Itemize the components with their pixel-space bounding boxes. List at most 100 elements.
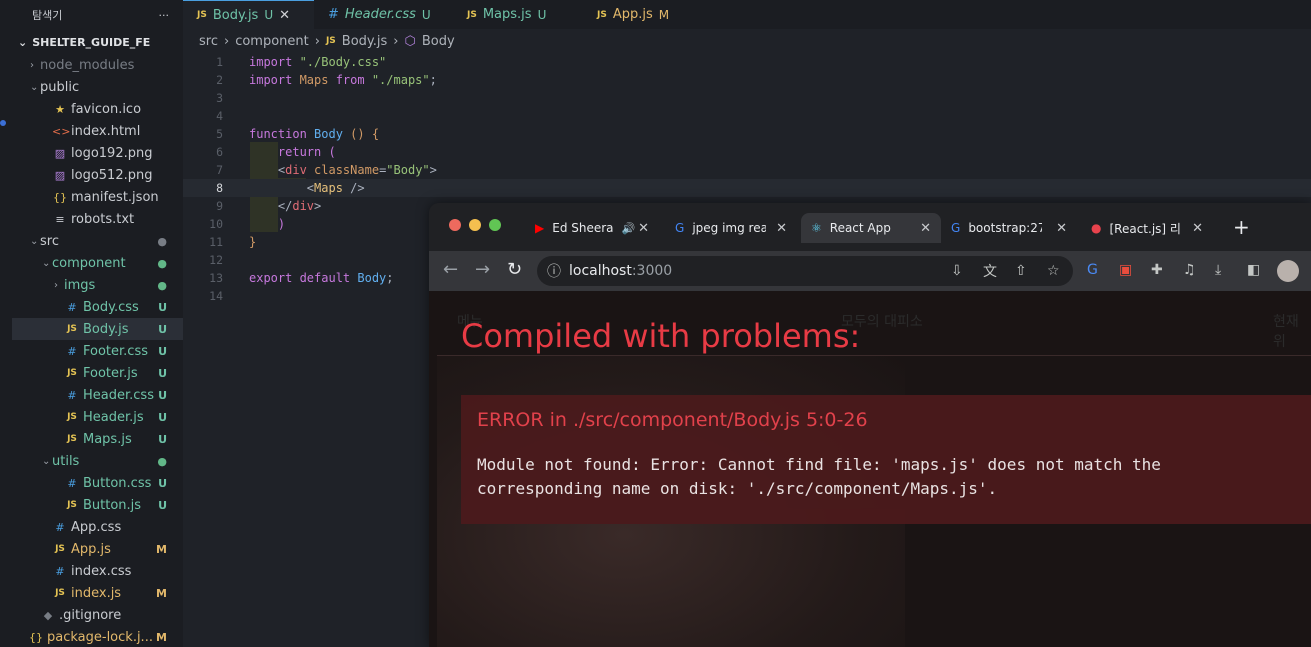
close-window-button[interactable]	[449, 219, 461, 231]
back-arrow-icon[interactable]: ←	[443, 259, 458, 280]
code-line[interactable]: 8 <Maps />	[183, 179, 1311, 197]
line-number: 9	[216, 199, 223, 213]
tree-item[interactable]: ◆ .gitignore	[12, 604, 183, 626]
breadcrumb-file[interactable]: Body.js	[342, 34, 387, 49]
code-line[interactable]: 6 return (	[183, 143, 1311, 161]
share-icon[interactable]: ⇧	[1015, 263, 1027, 279]
tree-item-label: index.js	[71, 585, 122, 601]
close-icon[interactable]: ✕	[776, 221, 787, 236]
install-icon[interactable]: ⇩	[951, 263, 963, 279]
git-status-badge: U	[158, 300, 167, 314]
code-token: ;	[386, 271, 394, 285]
profile-avatar[interactable]	[1277, 260, 1299, 282]
forward-arrow-icon[interactable]: →	[475, 259, 490, 280]
site-info-icon[interactable]: ⓘ	[547, 261, 561, 281]
tree-item[interactable]: JS App.js M	[12, 538, 183, 560]
chevron-right-icon: ›	[30, 59, 34, 71]
tree-item[interactable]: ▨ logo512.png	[12, 164, 183, 186]
browser-tab[interactable]: Gbootstrap:27 ✕	[941, 213, 1077, 243]
line-number: 11	[209, 235, 223, 249]
editor-tab[interactable]: JS App.js M	[583, 0, 679, 29]
maximize-window-button[interactable]	[489, 219, 501, 231]
tree-item[interactable]: <> index.html	[12, 120, 183, 142]
tree-item[interactable]: ▨ logo192.png	[12, 142, 183, 164]
code-token: function	[249, 127, 315, 141]
git-status-badge: M	[156, 586, 167, 600]
minimize-window-button[interactable]	[469, 219, 481, 231]
code-line[interactable]: 4	[183, 107, 1311, 125]
breadcrumb-component[interactable]: component	[235, 34, 309, 49]
browser-tab[interactable]: ⚛ React App ✕	[801, 213, 941, 243]
tree-item[interactable]: # Footer.css U	[12, 340, 183, 362]
translate-icon[interactable]: 文	[983, 261, 997, 281]
close-icon[interactable]: ✕	[279, 8, 290, 23]
line-content: function Body () {	[223, 127, 379, 141]
close-icon[interactable]: ✕	[638, 221, 649, 236]
media-queue-icon[interactable]: ♫	[1183, 262, 1196, 278]
code-line[interactable]: 2 import Maps from "./maps";	[183, 71, 1311, 89]
editor-tab[interactable]: JS Body.js U ✕	[183, 0, 314, 29]
tree-item-label: .gitignore	[59, 607, 122, 623]
browser-tab[interactable]: ▶ Ed Sheera 🔊 ✕	[525, 213, 659, 243]
git-status-badge: U	[158, 388, 167, 402]
code-token: Maps	[299, 73, 336, 87]
code-line[interactable]: 1 import "./Body.css"	[183, 53, 1311, 71]
audio-playing-icon[interactable]: 🔊	[622, 222, 636, 235]
editor-tab[interactable]: JS Maps.js U	[453, 0, 583, 29]
tree-item[interactable]: ★ favicon.ico	[12, 98, 183, 120]
tree-item[interactable]: ⌄ public	[12, 76, 183, 98]
side-panel-icon[interactable]: ◧	[1247, 262, 1260, 278]
editor-tab-label: Maps.js	[482, 7, 532, 22]
chevron-right-icon: ›	[54, 279, 58, 291]
code-line[interactable]: 7 <div className="Body">	[183, 161, 1311, 179]
close-icon[interactable]: ✕	[1192, 221, 1203, 236]
extensions-puzzle-icon[interactable]: ✚	[1151, 262, 1163, 278]
browser-tab[interactable]: Gjpeg img reac ✕	[665, 213, 797, 243]
tree-item[interactable]: › imgs ●	[12, 274, 183, 296]
tree-item[interactable]: JS Maps.js U	[12, 428, 183, 450]
tree-item[interactable]: ⌄ component ●	[12, 252, 183, 274]
tree-item[interactable]: JS Header.js U	[12, 406, 183, 428]
tree-item[interactable]: JS Footer.js U	[12, 362, 183, 384]
google-translate-ext-icon[interactable]: G	[1087, 262, 1098, 278]
line-content: }	[223, 235, 256, 249]
editor-tab[interactable]: # Header.css U	[314, 0, 453, 29]
address-bar[interactable]: ⓘ localhost:3000 ⇩ 文 ⇧ ☆	[537, 256, 1073, 286]
tree-item[interactable]: {} manifest.json	[12, 186, 183, 208]
close-icon[interactable]: ✕	[1056, 221, 1067, 236]
chevron-down-icon: ⌄	[42, 257, 51, 269]
tree-item[interactable]: JS Button.js U	[12, 494, 183, 516]
tree-item[interactable]: JS index.js M	[12, 582, 183, 604]
tree-item[interactable]: ≡ robots.txt	[12, 208, 183, 230]
tree-item[interactable]: JS Body.js U	[12, 318, 183, 340]
new-tab-button[interactable]: +	[1233, 215, 1250, 239]
bookmark-star-icon[interactable]: ☆	[1047, 263, 1060, 279]
reload-icon[interactable]: ↻	[507, 259, 522, 280]
tree-item[interactable]: # index.css	[12, 560, 183, 582]
tree-item[interactable]: ⌄ src ●	[12, 230, 183, 252]
file-type-icon: ≡	[55, 212, 65, 226]
line-number: 7	[216, 163, 223, 177]
tree-item[interactable]: ⌄ utils ●	[12, 450, 183, 472]
close-icon[interactable]: ✕	[920, 221, 931, 236]
breadcrumb-src[interactable]: src	[199, 34, 218, 49]
page-nav-right[interactable]: 현재 위	[1273, 311, 1311, 351]
tree-item[interactable]: › node_modules	[12, 54, 183, 76]
tree-item[interactable]: # Header.css U	[12, 384, 183, 406]
tree-item[interactable]: # Body.css U	[12, 296, 183, 318]
code-token: return	[249, 145, 329, 159]
chevron-right-icon: ›	[223, 33, 230, 49]
project-root[interactable]: ⌄ SHELTER_GUIDE_FE	[12, 30, 183, 54]
code-line[interactable]: 3	[183, 89, 1311, 107]
code-line[interactable]: 5 function Body () {	[183, 125, 1311, 143]
more-actions-icon[interactable]: ···	[159, 9, 170, 22]
tree-item-label: logo512.png	[71, 167, 153, 183]
tree-item[interactable]: # App.css	[12, 516, 183, 538]
tree-item[interactable]: # Button.css U	[12, 472, 183, 494]
tree-item[interactable]: {} package-lock.j... M	[12, 626, 183, 647]
download-icon[interactable]: ⤓	[1215, 262, 1221, 278]
error-box: ERROR in ./src/component/Body.js 5:0-26 …	[461, 395, 1311, 524]
browser-tab[interactable]: ● [React.js] 리 ✕	[1081, 213, 1213, 243]
breadcrumb-symbol[interactable]: Body	[422, 34, 455, 49]
extension-red-icon[interactable]: ▣	[1119, 262, 1132, 278]
